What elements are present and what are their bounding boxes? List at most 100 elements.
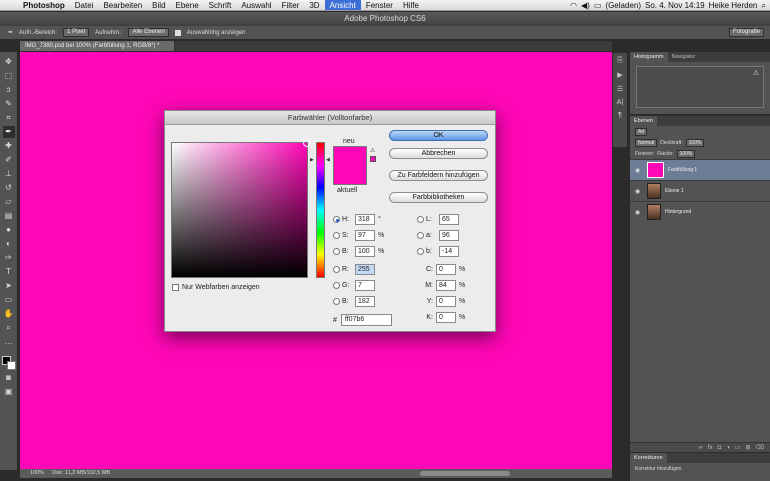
new-layer-icon[interactable]: ⊞ [745,443,750,452]
hand-icon[interactable]: ✋ [3,308,15,320]
add-to-swatches-button[interactable]: Zu Farbfeldern hinzufügen [389,170,488,181]
eye-icon[interactable]: ◉ [635,188,643,195]
color-field[interactable] [171,139,311,278]
hue-slider-arrow-right[interactable]: ◀ [326,157,330,163]
tab-corrections[interactable]: Korrekturen [630,453,667,463]
folder-icon[interactable]: ▭ [735,443,741,452]
background-color[interactable] [6,361,16,370]
cancel-button[interactable]: Abbrechen [389,148,488,159]
hue-input[interactable]: 318 [355,214,375,225]
doc-info[interactable]: Dok: 11,3 MB/102,5 MB [52,469,110,478]
spotlight-icon[interactable]: ⌕ [762,0,766,10]
saturation-radio[interactable] [333,232,340,239]
more-icon[interactable]: … [3,336,15,348]
adjustment-icon[interactable]: ◑ [726,443,730,452]
warning-icon[interactable]: ⚠ [370,148,375,154]
clock[interactable]: So. 4. Nov 14:19 [645,1,705,10]
eyedropper-tool-icon[interactable]: ✒ [2,126,15,138]
eye-icon[interactable]: ◉ [635,167,643,174]
quickmask-icon[interactable]: ◙ [3,372,15,384]
tab-histogram[interactable]: Histogramm [630,52,668,62]
show-ring-checkbox[interactable] [174,29,181,36]
paragraph-icon[interactable]: ¶ [618,112,622,119]
stamp-icon[interactable]: ⊥ [3,168,15,180]
menu-ebene[interactable]: Ebene [171,0,204,10]
move-icon[interactable]: ✥ [3,56,15,68]
menu-schrift[interactable]: Schrift [204,0,237,10]
red-radio[interactable] [333,266,340,273]
layer-row[interactable]: ◉ Ebene 1 [630,180,770,201]
eye-icon[interactable]: ◉ [635,209,643,216]
sample-select[interactable]: Alle Ebenen [128,28,169,37]
menu-ansicht[interactable]: Ansicht [324,0,361,10]
dodge-icon[interactable]: ◐ [3,238,15,250]
color-field-marker[interactable] [303,139,311,147]
quick-select-icon[interactable]: ✎ [3,98,15,110]
black-input[interactable]: 0 [436,312,456,323]
screen-mode-icon[interactable]: ▣ [3,386,15,398]
lab-l-input[interactable]: 65 [439,214,459,225]
actions-icon[interactable]: ▶ [617,71,622,79]
shape-icon[interactable]: ▭ [3,294,15,306]
gamut-warning[interactable]: ⚠ [370,147,376,162]
magenta-input[interactable]: 84 [436,280,456,291]
lab-b-radio[interactable] [417,248,424,255]
gamut-swatch[interactable] [370,156,376,162]
path-select-icon[interactable]: ➤ [3,280,15,292]
green-input[interactable]: 7 [355,280,375,291]
menu-hilfe[interactable]: Hilfe [398,0,424,10]
hue-radio[interactable] [333,216,340,223]
trash-icon[interactable]: ⌫ [756,443,764,452]
brush-icon[interactable]: ✐ [3,154,15,166]
red-input[interactable]: 255 [355,264,375,275]
blue-radio[interactable] [333,298,340,305]
web-colors-checkbox[interactable] [172,284,179,291]
text-icon[interactable]: T [3,266,15,278]
menu-datei[interactable]: Datei [70,0,99,10]
color-swatches[interactable] [1,356,16,370]
tab-layers[interactable]: Ebenen [630,116,657,126]
eyedropper-icon[interactable]: ✒ [8,29,13,36]
brightness-input[interactable]: 100 [355,246,375,257]
pen-icon[interactable]: ✑ [3,252,15,264]
menu-auswahl[interactable]: Auswahl [236,0,276,10]
lasso-icon[interactable]: ↄ [3,84,15,96]
lab-a-input[interactable]: 96 [439,230,459,241]
color-libraries-button[interactable]: Farbbibliotheken [389,192,488,203]
volume-icon[interactable]: ◀) [581,0,590,10]
blend-mode-select[interactable]: Normal [635,138,658,147]
brightness-radio[interactable] [333,248,340,255]
layer-row[interactable]: ◉ Hintergrund [630,201,770,222]
opacity-value[interactable]: 100% [685,138,705,147]
horizontal-scrollbar[interactable] [420,471,510,476]
hex-input[interactable]: ff07b6 [340,314,392,326]
workspace-select[interactable]: Fotografie [728,28,764,37]
zoom-icon[interactable]: ⌕ [3,322,15,334]
layer-row[interactable]: ◉ Farbfüllung 1 [630,159,770,180]
green-radio[interactable] [333,282,340,289]
history-brush-icon[interactable]: ↺ [3,182,15,194]
user-name[interactable]: Heike Herden [709,1,758,10]
history-icon[interactable]: ⎘ [617,57,623,65]
lab-l-radio[interactable] [417,216,424,223]
blue-input[interactable]: 182 [355,296,375,307]
tab-navigator[interactable]: Navigator [668,52,700,62]
menu-bearbeiten[interactable]: Bearbeiten [98,0,147,10]
blur-icon[interactable]: ● [3,224,15,236]
lab-a-radio[interactable] [417,232,424,239]
fx-icon[interactable]: fx [708,443,713,452]
ok-button[interactable]: OK [389,130,488,141]
fill-value[interactable]: 100% [676,149,696,158]
eraser-icon[interactable]: ▱ [3,196,15,208]
document-tab[interactable]: IMG_7380.psd bei 100% (Farbfüllung 1, RG… [20,41,175,51]
healing-icon[interactable]: ✚ [3,140,15,152]
crop-icon[interactable]: ⌗ [3,112,15,124]
menu-app-name[interactable]: Photoshop [18,0,70,10]
link-icon[interactable]: ∞ [699,443,703,452]
yellow-input[interactable]: 0 [436,296,456,307]
zoom-level[interactable]: 100% [30,469,44,478]
gradient-icon[interactable]: ▤ [3,210,15,222]
properties-icon[interactable]: ☰ [617,85,623,93]
saturation-input[interactable]: 97 [355,230,375,241]
hue-slider[interactable] [316,142,325,278]
